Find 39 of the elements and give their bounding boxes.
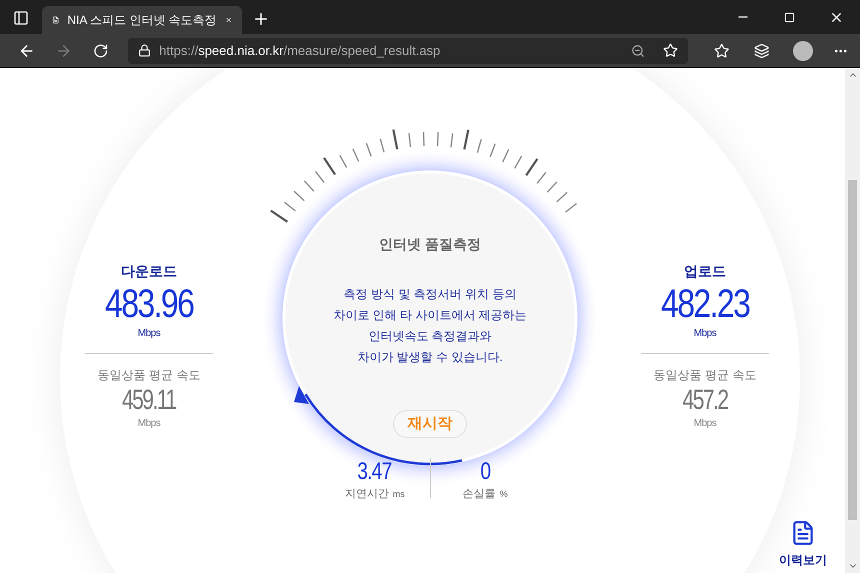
url-text: https://speed.nia.or.kr/measure/speed_result.asp: [159, 42, 442, 60]
stat-label: 다운로드: [121, 262, 177, 281]
unit-label: Mbps: [694, 327, 716, 341]
scrollbar-thumb[interactable]: [848, 180, 857, 520]
loss-value: 0: [480, 458, 491, 486]
notice-text: 차이가 발생할 수 있습니다.: [357, 349, 503, 366]
unit-label: ms: [392, 488, 405, 501]
favorites-icon[interactable]: [714, 42, 730, 58]
speed-value: 483.96: [104, 282, 194, 326]
maximize-icon[interactable]: [784, 12, 795, 22]
sidebar-icon[interactable]: [13, 10, 29, 26]
unit-label: Mbps: [138, 417, 160, 431]
scrollbar[interactable]: [845, 68, 860, 573]
unit-label: Mbps: [138, 327, 160, 341]
lock-icon: [138, 44, 152, 57]
new-tab-icon[interactable]: [252, 10, 270, 28]
history-button[interactable]: 이력보기: [779, 519, 827, 569]
average-value: 457.2: [682, 384, 728, 416]
latency-label: 지연시간: [344, 487, 389, 502]
stat-label: 업로드: [684, 262, 726, 281]
notice-text: 인터넷속도 측정결과와: [368, 328, 492, 345]
tab-title: NIA 스피드 인터넷 속도측정: [67, 12, 217, 29]
average-label: 동일상품 평균 속도: [654, 367, 756, 384]
average-label: 동일상품 평균 속도: [98, 367, 200, 384]
unit-label: %: [500, 488, 508, 501]
latency-value: 3.47: [358, 458, 392, 486]
center-title: 인터넷 품질측정: [379, 235, 481, 254]
notice-text: 측정 방식 및 측정서버 위치 등의: [344, 286, 516, 303]
profile-avatar[interactable]: [793, 40, 813, 60]
speed-value: 482.23: [660, 282, 750, 326]
zoom-icon[interactable]: [631, 44, 646, 58]
average-value: 459.11: [122, 384, 176, 416]
loss-label: 손실률: [462, 487, 496, 502]
notice-text: 차이로 인해 타 사이트에서 제공하는: [333, 307, 527, 324]
favorite-icon[interactable]: [663, 43, 678, 58]
browser-tab[interactable]: NIA 스피드 인터넷 속도측정: [42, 6, 242, 34]
address-bar[interactable]: https://speed.nia.or.kr/measure/speed_result.asp: [128, 38, 688, 64]
reload-icon[interactable]: [92, 42, 108, 58]
unit-label: Mbps: [694, 417, 716, 431]
